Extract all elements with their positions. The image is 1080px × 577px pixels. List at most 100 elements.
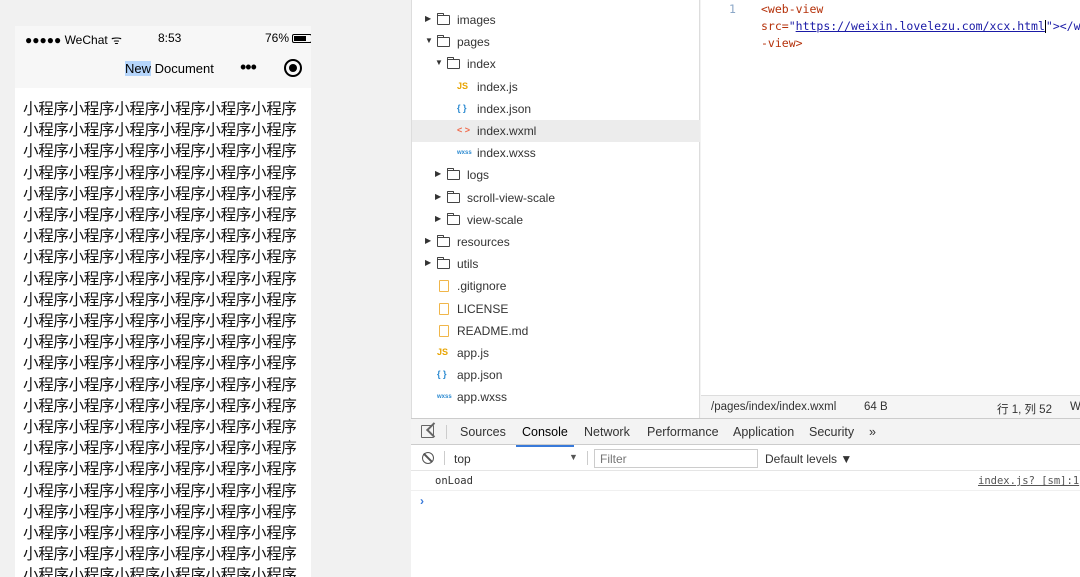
tree-item-label: view-scale	[467, 212, 524, 227]
content-text-line: 小程序小程序小程序小程序小程序小程序	[23, 503, 297, 521]
divider	[587, 451, 588, 465]
console-toolbar: top ▼ Default levels ▼	[411, 446, 1080, 471]
devtools-panel: Sources Console Network Performance Appl…	[411, 418, 1080, 577]
console-source-link[interactable]: index.js? [sm]:1	[978, 475, 1079, 487]
more-icon[interactable]: •••	[240, 58, 257, 76]
tree-item-label: pages	[457, 35, 490, 50]
content-text-line: 小程序小程序小程序小程序小程序小程序	[23, 397, 297, 415]
file-icon	[439, 324, 449, 337]
battery-percent: 76%	[265, 31, 290, 45]
code-attr: src=	[761, 19, 789, 33]
tree-file-index-wxss[interactable]: wxss index.wxss	[412, 142, 700, 164]
folder-icon	[447, 190, 460, 203]
content-text-line: 小程序小程序小程序小程序小程序小程序	[23, 313, 297, 331]
tab-console[interactable]: Console	[516, 425, 574, 447]
content-text-line: 小程序小程序小程序小程序小程序小程序	[23, 482, 297, 500]
tree-file-index-json[interactable]: { } index.json	[412, 98, 700, 120]
tree-item-label: logs	[467, 168, 490, 183]
tree-file-index-wxml[interactable]: < > index.wxml	[412, 120, 700, 142]
folder-icon	[437, 13, 450, 25]
line-number: 1	[729, 2, 736, 16]
js-file-icon: JS	[437, 347, 449, 357]
folder-icon	[447, 212, 460, 225]
file-icon	[439, 302, 449, 315]
content-text-line: 小程序小程序小程序小程序小程序小程序	[23, 525, 297, 543]
tree-file-app-js[interactable]: JS app.js	[412, 342, 700, 364]
tree-item-label: .gitignore	[457, 279, 507, 294]
wxss-file-icon: wxss	[457, 150, 472, 157]
tab-sources[interactable]: Sources	[460, 425, 506, 439]
cursor-position: 行 1, 列 52	[997, 404, 1052, 416]
code-line-tag-close: -view>	[761, 36, 803, 50]
tree-item-label: index	[467, 57, 496, 72]
folder-icon	[437, 235, 450, 247]
tree-folder-resources[interactable]: ▶ resources	[412, 231, 700, 253]
folder-icon	[437, 257, 450, 270]
tab-security[interactable]: Security	[809, 425, 854, 439]
chevron-right-icon[interactable]: ▶	[425, 258, 431, 267]
clear-console-icon[interactable]	[422, 452, 434, 464]
tab-application[interactable]: Application	[733, 425, 794, 439]
folder-open-icon	[437, 35, 450, 48]
tree-file-gitignore[interactable]: .gitignore	[412, 275, 700, 297]
tree-item-label: LICENSE	[457, 301, 509, 316]
context-select[interactable]: top	[454, 452, 471, 466]
wxss-file-icon: wxss	[437, 394, 452, 401]
content-text-line: 小程序小程序小程序小程序小程序小程序	[23, 440, 297, 458]
inspect-element-icon[interactable]	[421, 425, 434, 438]
battery-icon	[292, 34, 311, 43]
tree-folder-pages[interactable]: ▼ pages	[412, 31, 700, 53]
json-file-icon: { }	[457, 102, 467, 113]
tree-item-label: index.js	[477, 79, 518, 94]
chevron-down-icon[interactable]: ▼	[435, 58, 443, 67]
phone-screen: ●●●●● WeChat ᯤ 8:53 76% New Document •••…	[15, 26, 311, 577]
console-prompt-icon[interactable]: ›	[420, 494, 424, 508]
file-tree: ▶ images ▼ pages ▼ index JS index.js { } index.js…	[411, 0, 700, 418]
content-text-line: 小程序小程序小程序小程序小程序小程序	[23, 546, 297, 564]
chevron-right-icon[interactable]: ▶	[435, 192, 441, 201]
tree-item-label: index.json	[477, 101, 532, 116]
chevron-right-icon[interactable]: ▶	[435, 169, 441, 178]
editor-status-bar: /pages/index/index.wxml 64 B 行 1, 列 52 W	[701, 395, 1080, 418]
close-miniprogram-icon[interactable]	[284, 59, 302, 77]
file-size: 64 B	[864, 401, 888, 413]
chevron-down-icon[interactable]: ▼	[569, 452, 578, 462]
content-text-line: 小程序小程序小程序小程序小程序小程序	[23, 164, 297, 182]
tree-item-label: index.wxss	[477, 146, 536, 161]
tree-file-app-wxss[interactable]: wxss app.wxss	[412, 386, 700, 408]
code-url-link[interactable]: https://weixin.lovelezu.com/xcx.html	[796, 19, 1045, 33]
tree-folder-index[interactable]: ▼ index	[412, 53, 700, 75]
content-text-line: 小程序小程序小程序小程序小程序小程序	[23, 419, 297, 437]
tree-item-label: resources	[457, 235, 510, 249]
tree-folder-utils[interactable]: ▶ utils	[412, 253, 700, 275]
json-file-icon: { }	[437, 369, 447, 380]
tree-file-README-md[interactable]: README.md	[412, 320, 700, 342]
chevron-down-icon[interactable]: ▼	[425, 36, 433, 45]
chevron-right-icon[interactable]: ▶	[425, 14, 431, 23]
content-text-line: 小程序小程序小程序小程序小程序小程序	[23, 270, 297, 288]
tab-performance[interactable]: Performance	[647, 425, 719, 439]
code-quote-close: "></w	[1045, 19, 1080, 33]
content-text-line: 小程序小程序小程序小程序小程序小程序	[23, 101, 297, 118]
tree-item-label: utils	[457, 257, 479, 272]
chevron-right-icon[interactable]: ▶	[435, 214, 441, 223]
more-tabs-chevron-icon[interactable]: »	[869, 425, 876, 439]
wxml-file-icon: < >	[457, 125, 471, 135]
tree-folder-view-scale[interactable]: ▶ view-scale	[412, 209, 700, 231]
log-levels-dropdown[interactable]: Default levels ▼	[765, 452, 852, 466]
tab-network[interactable]: Network	[584, 425, 630, 439]
tree-file-LICENSE[interactable]: LICENSE	[412, 298, 700, 320]
content-text-line: 小程序小程序小程序小程序小程序小程序	[23, 122, 297, 140]
code-editor[interactable]: 1 <web-view src="https://weixin.lovelezu…	[701, 0, 1080, 395]
tree-folder-scroll-view-scale[interactable]: ▶ scroll-view-scale	[412, 187, 700, 209]
tree-folder-images[interactable]: ▶ images	[412, 9, 700, 31]
divider	[446, 425, 447, 439]
filter-input[interactable]	[594, 449, 758, 468]
code-line-tag-open: <web-view	[761, 2, 824, 16]
tree-folder-logs[interactable]: ▶ logs	[412, 164, 700, 186]
tree-item-label: images	[457, 13, 496, 27]
status-time: 8:53	[158, 31, 182, 45]
chevron-right-icon[interactable]: ▶	[425, 236, 431, 245]
tree-file-index-js[interactable]: JS index.js	[412, 76, 700, 98]
tree-file-app-json[interactable]: { } app.json	[412, 364, 700, 386]
